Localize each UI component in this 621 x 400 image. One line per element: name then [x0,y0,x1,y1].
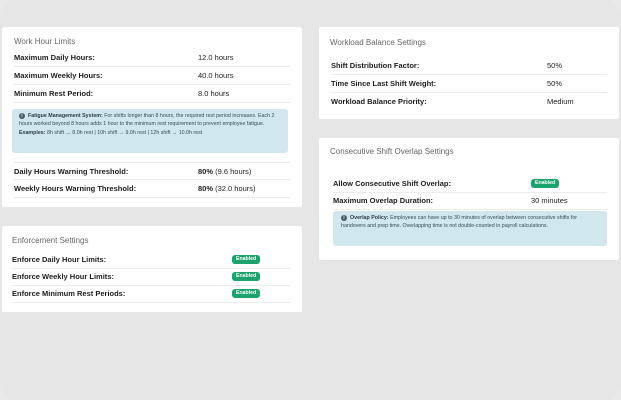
fatigue-note-body: i Fatigue Management System: For shifts l… [19,112,281,128]
row-label: Minimum Rest Period: [14,89,94,98]
max-overlap-duration-row: Maximum Overlap Duration: 30 minutes [333,192,607,210]
row-label: Shift Distribution Factor: [331,61,420,70]
info-icon: i [19,112,25,119]
row-value: 30 minutes [531,196,568,205]
enforce-rest-row: Enforce Minimum Rest Periods: Enabled [12,285,290,303]
row-label: Maximum Overlap Duration: [333,196,434,205]
row-label: Weekly Hours Warning Threshold: [14,184,137,193]
examples-text: 8h shift → 8.0h rest | 10h shift → 9.0h … [46,130,203,136]
card-title: Workload Balance Settings [330,38,426,47]
max-daily-hours-row: Maximum Daily Hours: 12.0 hours [14,49,290,67]
threshold-percent: 80% [198,184,214,193]
overlap-policy-note: i Overlap Policy: Employees can have up t… [333,211,607,246]
row-label: Daily Hours Warning Threshold: [14,167,129,176]
row-value: 80% (9.6 hours) [198,167,251,176]
examples-label: Examples: [19,130,46,136]
app-background: Work Hour Limits Maximum Daily Hours: 12… [0,0,621,400]
threshold-hours: (32.0 hours) [215,184,256,193]
max-weekly-hours-row: Maximum Weekly Hours: 40.0 hours [14,67,290,85]
fatigue-examples: Examples: 8h shift → 8.0h rest | 10h shi… [19,129,281,137]
allow-overlap-row: Allow Consecutive Shift Overlap: Enabled [333,175,607,193]
enforce-weekly-row: Enforce Weekly Hour Limits: Enabled [12,268,290,286]
fatigue-management-note: i Fatigue Management System: For shifts l… [12,109,288,153]
enabled-badge[interactable]: Enabled [232,255,261,264]
card-title: Enforcement Settings [12,236,89,245]
overlap-note-title: Overlap Policy: [350,215,389,221]
row-label: Enforce Minimum Rest Periods: [12,289,126,298]
threshold-percent: 80% [198,167,214,176]
shift-distribution-row: Shift Distribution Factor: 50% [331,57,607,75]
daily-warning-threshold-row: Daily Hours Warning Threshold: 80% (9.6 … [14,162,290,180]
enforcement-settings-card: Enforcement Settings Enforce Daily Hour … [2,226,302,312]
overlap-settings-card: Consecutive Shift Overlap Settings Allow… [319,138,619,260]
min-rest-period-row: Minimum Rest Period: 8.0 hours [14,85,290,103]
row-label: Workload Balance Priority: [331,97,427,106]
enabled-badge[interactable]: Enabled [232,289,261,298]
row-label: Maximum Daily Hours: [14,53,95,62]
info-icon: i [341,214,347,221]
row-value: 12.0 hours [198,53,234,62]
card-title: Consecutive Shift Overlap Settings [330,147,454,156]
row-label: Allow Consecutive Shift Overlap: [333,179,451,188]
row-label: Enforce Daily Hour Limits: [12,255,107,264]
weekly-warning-threshold-row: Weekly Hours Warning Threshold: 80% (32.… [14,180,290,198]
fatigue-note-title: Fatigue Management System: [28,113,103,119]
time-since-last-shift-row: Time Since Last Shift Weight: 50% [331,75,607,93]
row-value: 8.0 hours [198,89,230,98]
row-value: 50% [547,79,563,88]
row-value: 80% (32.0 hours) [198,184,256,193]
workload-balance-card: Workload Balance Settings Shift Distribu… [319,27,619,119]
row-value: 50% [547,61,563,70]
row-label: Maximum Weekly Hours: [14,71,103,80]
card-title: Work Hour Limits [14,37,76,46]
row-value: 40.0 hours [198,71,234,80]
row-value: Medium [547,97,574,106]
workload-priority-row: Workload Balance Priority: Medium [331,93,607,111]
enabled-badge[interactable]: Enabled [531,179,560,188]
threshold-hours: (9.6 hours) [215,167,252,176]
row-label: Enforce Weekly Hour Limits: [12,272,114,281]
enabled-badge[interactable]: Enabled [232,272,261,281]
enforce-daily-row: Enforce Daily Hour Limits: Enabled [12,251,290,269]
row-label: Time Since Last Shift Weight: [331,79,437,88]
work-hour-limits-card: Work Hour Limits Maximum Daily Hours: 12… [2,27,302,207]
